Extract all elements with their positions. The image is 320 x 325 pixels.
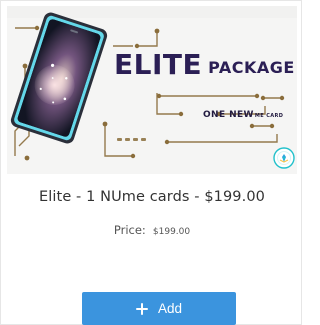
- plus-icon: [135, 302, 148, 315]
- banner-title: ELITE PACKAGE: [114, 51, 295, 83]
- banner-title-big: ELITE: [114, 48, 203, 81]
- price-value: $199.00: [152, 227, 191, 237]
- seal-logo: [273, 147, 295, 169]
- product-card: ELITE PACKAGE ONE NEWME CARD Elite - 1 NU…: [0, 0, 302, 325]
- banner-subtitle: ONE NEWME CARD: [203, 110, 283, 120]
- banner-title-small: PACKAGE: [208, 58, 295, 77]
- product-name: Elite - 1 NUme cards - $199.00: [39, 189, 265, 205]
- product-image[interactable]: ELITE PACKAGE ONE NEWME CARD: [7, 6, 297, 174]
- banner-subtitle-main: ONE NEW: [203, 110, 254, 120]
- add-to-cart-button[interactable]: Add: [82, 292, 236, 325]
- price-label: Price:: [113, 223, 146, 237]
- banner-subtitle-small: ME CARD: [254, 113, 284, 119]
- add-button-label: Add: [157, 301, 183, 316]
- circuit-board-graphic: [7, 6, 297, 161]
- price-row: Price: $199.00: [1, 219, 303, 238]
